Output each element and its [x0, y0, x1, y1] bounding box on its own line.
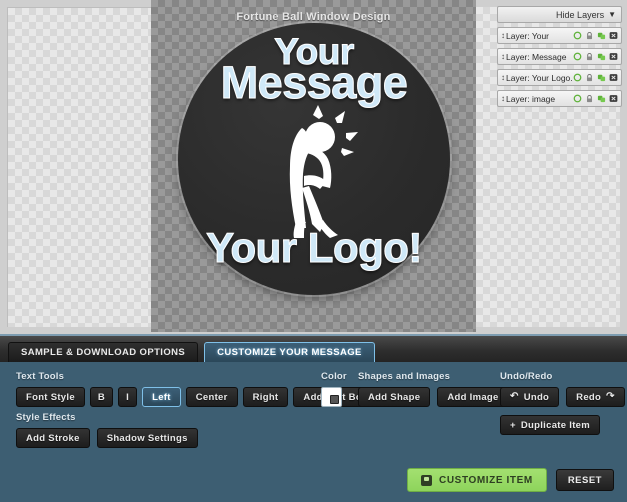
layer-label: Layer: image: [506, 93, 556, 104]
duplicate-icon[interactable]: [597, 73, 606, 82]
customize-item-button[interactable]: CUSTOMIZE ITEM: [407, 468, 547, 492]
redo-button[interactable]: Redo ↷: [566, 387, 625, 407]
undo-redo-label: Undo/Redo: [500, 371, 553, 382]
layers-panel[interactable]: Hide Layers ▼ ↕ Layer: Your ↕ Layer: Mes…: [497, 6, 622, 107]
layer-row[interactable]: ↕ Layer: Your Logo.: [497, 69, 622, 86]
duplicate-row: + Duplicate Item: [500, 415, 625, 435]
layer-row[interactable]: ↕ Layer: Message: [497, 48, 622, 65]
add-stroke-button[interactable]: Add Stroke: [16, 428, 90, 448]
layer-label: Layer: Your: [506, 30, 550, 41]
undo-arrow-icon: ↶: [510, 391, 519, 402]
layer-actions[interactable]: [573, 73, 618, 82]
tab-sample-download-options[interactable]: SAMPLE & DOWNLOAD OPTIONS: [8, 342, 199, 362]
undo-button-label: Undo: [523, 391, 550, 403]
lock-icon[interactable]: [585, 73, 594, 82]
canvas-transparency-left: [7, 7, 151, 327]
control-panel: SAMPLE & DOWNLOAD OPTIONS CUSTOMIZE YOUR…: [0, 334, 627, 502]
bold-button[interactable]: B: [89, 387, 114, 407]
shadow-settings-button[interactable]: Shadow Settings: [96, 428, 198, 448]
align-right-button[interactable]: Right: [242, 387, 289, 407]
shapes-and-images-label: Shapes and Images: [358, 371, 451, 382]
lock-icon[interactable]: [585, 31, 594, 40]
layer-actions[interactable]: [573, 94, 618, 103]
undo-redo-group: Undo/Redo ↶ Undo Redo ↷ + Duplicate Item: [500, 371, 625, 435]
duplicate-icon[interactable]: [597, 94, 606, 103]
duplicate-item-label: Duplicate Item: [520, 419, 590, 431]
visibility-icon[interactable]: [573, 73, 582, 82]
color-swatch-button[interactable]: [321, 387, 342, 407]
layer-row[interactable]: ↕ Layer: Your: [497, 27, 622, 44]
tab-bar: SAMPLE & DOWNLOAD OPTIONS CUSTOMIZE YOUR…: [0, 336, 627, 362]
visibility-icon[interactable]: [573, 52, 582, 61]
design-text-your-logo[interactable]: Your Logo!: [178, 226, 450, 269]
add-shape-button[interactable]: Add Shape: [358, 387, 431, 407]
layer-row[interactable]: ↕ Layer: image: [497, 90, 622, 107]
color-group: Color: [321, 371, 347, 407]
design-title: Fortune Ball Window Design: [236, 11, 391, 23]
redo-arrow-icon: ↷: [606, 391, 615, 402]
layer-label: Layer: Message: [506, 51, 567, 62]
color-label: Color: [321, 371, 347, 382]
drag-handle-icon[interactable]: ↕: [501, 94, 505, 103]
chevron-down-icon: ▼: [608, 10, 616, 19]
plus-icon: +: [510, 419, 516, 431]
layer-label: Layer: Your Logo.: [506, 72, 573, 83]
duplicate-item-button[interactable]: + Duplicate Item: [500, 415, 600, 435]
italic-button[interactable]: I: [118, 387, 138, 407]
visibility-icon[interactable]: [573, 94, 582, 103]
delete-icon[interactable]: [609, 31, 618, 40]
customize-item-label: CUSTOMIZE ITEM: [439, 474, 533, 486]
duplicate-icon[interactable]: [597, 31, 606, 40]
style-effects-row: Add Stroke Shadow Settings: [16, 428, 198, 448]
drag-handle-icon[interactable]: ↕: [501, 52, 505, 61]
shapes-and-images-row: Add Shape Add Image: [358, 387, 509, 407]
delete-icon[interactable]: [609, 73, 618, 82]
color-picker-icon: [330, 395, 339, 404]
align-left-button[interactable]: Left: [142, 387, 181, 407]
hide-layers-toggle[interactable]: Hide Layers ▼: [497, 6, 622, 23]
add-image-button[interactable]: Add Image: [437, 387, 509, 407]
cart-icon: [421, 474, 433, 486]
layer-actions[interactable]: [573, 31, 618, 40]
hide-layers-label: Hide Layers: [556, 9, 605, 20]
lock-icon[interactable]: [585, 52, 594, 61]
tab-customize-your-message[interactable]: CUSTOMIZE YOUR MESSAGE: [204, 342, 375, 362]
font-style-button[interactable]: Font Style: [16, 387, 85, 407]
drag-handle-icon[interactable]: ↕: [501, 31, 505, 40]
reset-button[interactable]: RESET: [555, 469, 614, 491]
style-effects-label: Style Effects: [16, 412, 76, 423]
undo-button[interactable]: ↶ Undo: [500, 387, 560, 407]
layer-actions[interactable]: [573, 52, 618, 61]
style-effects-group: Style Effects Add Stroke Shadow Settings: [16, 412, 198, 448]
align-center-button[interactable]: Center: [185, 387, 238, 407]
lock-icon[interactable]: [585, 94, 594, 103]
shapes-and-images-group: Shapes and Images Add Shape Add Image: [358, 371, 509, 407]
drag-handle-icon[interactable]: ↕: [501, 73, 505, 82]
delete-icon[interactable]: [609, 94, 618, 103]
undo-redo-row: ↶ Undo Redo ↷: [500, 387, 625, 407]
duplicate-icon[interactable]: [597, 52, 606, 61]
design-text-message[interactable]: Message: [178, 60, 450, 106]
redo-button-label: Redo: [576, 391, 602, 403]
delete-icon[interactable]: [609, 52, 618, 61]
visibility-icon[interactable]: [573, 31, 582, 40]
action-bar: CUSTOMIZE ITEM RESET: [0, 466, 627, 494]
celebrating-person-icon[interactable]: [268, 104, 368, 239]
